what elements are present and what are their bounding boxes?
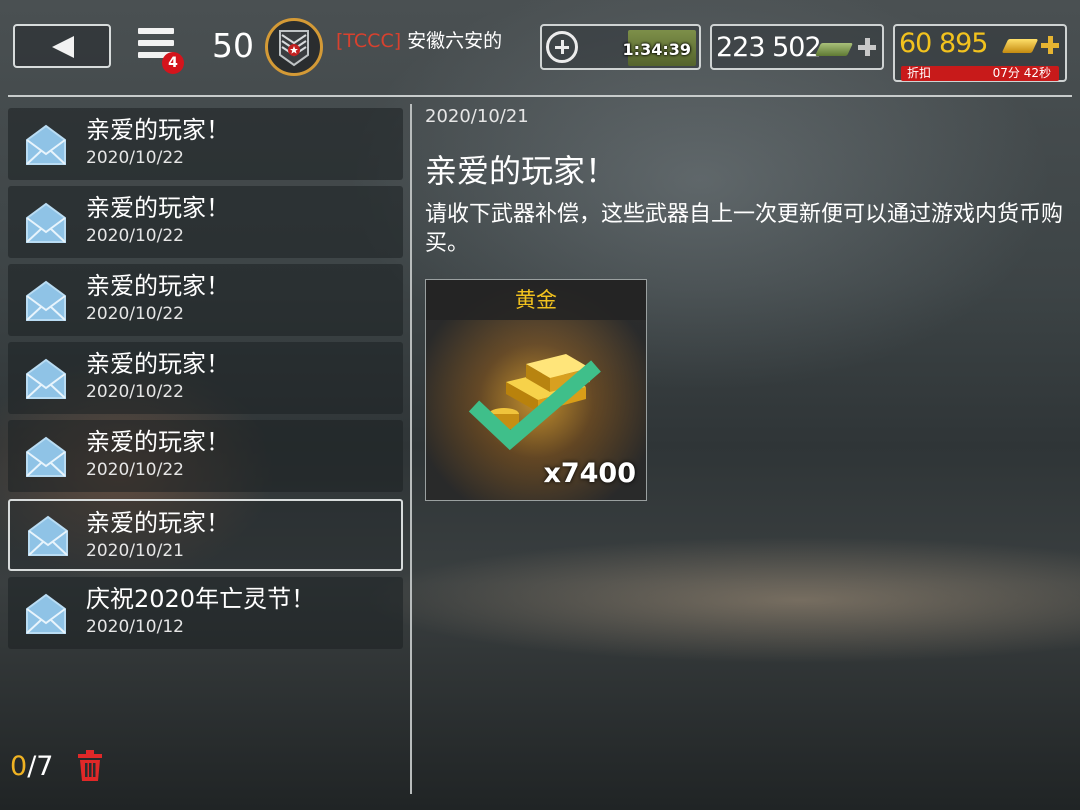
cash-counter[interactable]: 223 502 (710, 24, 884, 70)
panel-divider (410, 104, 412, 794)
discount-countdown: 07分 42秒 (992, 66, 1051, 80)
back-arrow-icon (52, 36, 74, 58)
mail-item[interactable]: 亲爱的玩家！ 2020/10/22 (8, 420, 403, 492)
mail-item[interactable]: 亲爱的玩家！ 2020/10/22 (8, 186, 403, 258)
reward-label: 黄金 (426, 280, 646, 320)
gold-counter[interactable]: 60 895 折扣 07分 42秒 (893, 24, 1067, 82)
mail-date: 2020/10/22 (86, 148, 184, 168)
player-name-text: 安徽六安的 (407, 30, 503, 52)
detail-date: 2020/10/21 (425, 106, 529, 127)
cash-amount: 223 502 (716, 32, 822, 63)
cash-icon (814, 43, 854, 56)
envelope-icon (26, 436, 66, 477)
mail-item[interactable]: 亲爱的玩家！ 2020/10/22 (8, 108, 403, 180)
mail-date: 2020/10/22 (86, 226, 184, 246)
mail-title: 亲爱的玩家！ (86, 272, 230, 300)
envelope-icon (26, 358, 66, 399)
mail-date: 2020/10/22 (86, 382, 184, 402)
trash-icon[interactable] (76, 750, 104, 782)
mail-item-selected[interactable]: 亲爱的玩家！ 2020/10/21 (8, 499, 403, 571)
envelope-icon (26, 124, 66, 165)
checkmark-icon (468, 360, 601, 451)
player-name[interactable]: [TCCC] 安徽六安的 (336, 26, 502, 53)
discount-label: 折扣 (907, 66, 932, 80)
mail-count: 0/7 (10, 751, 53, 782)
mail-item[interactable]: 亲爱的玩家！ 2020/10/22 (8, 342, 403, 414)
add-gold-icon[interactable] (1041, 36, 1059, 54)
back-button[interactable] (13, 24, 111, 68)
notification-badge: 4 (162, 52, 184, 74)
reward-quantity: x7400 (543, 458, 636, 489)
mail-date: 2020/10/12 (86, 617, 184, 637)
gold-amount: 60 895 (899, 28, 988, 59)
header-divider (8, 95, 1072, 97)
detail-title: 亲爱的玩家！ (425, 152, 618, 190)
reward-card[interactable]: 黄金 x7400 (425, 279, 647, 501)
menu-button[interactable]: 4 (136, 26, 184, 74)
envelope-icon (26, 280, 66, 321)
gold-bar-icon (1001, 39, 1039, 53)
envelope-icon (28, 515, 68, 556)
mail-item[interactable]: 亲爱的玩家！ 2020/10/22 (8, 264, 403, 336)
hamburger-menu-icon (138, 28, 174, 34)
clan-tag: [TCCC] (336, 30, 402, 52)
mail-title: 亲爱的玩家！ (86, 350, 230, 378)
mail-title: 亲爱的玩家！ (86, 116, 230, 144)
mail-title: 亲爱的玩家！ (86, 509, 230, 537)
total-count: /7 (27, 751, 54, 782)
rank-insignia-icon[interactable] (265, 18, 323, 76)
crate-timer: 1:34:39 (622, 40, 691, 59)
supply-crate-timer[interactable]: 1:34:39 (540, 24, 701, 70)
mail-date: 2020/10/22 (86, 304, 184, 324)
mail-date: 2020/10/22 (86, 460, 184, 480)
detail-body: 请收下武器补偿，这些武器自上一次更新便可以通过游戏内货币购买。 (425, 202, 1064, 256)
mail-item[interactable]: 庆祝2020年亡灵节！ 2020/10/12 (8, 577, 403, 649)
mail-title: 庆祝2020年亡灵节！ (86, 585, 316, 613)
mail-title: 亲爱的玩家！ (86, 194, 230, 222)
envelope-icon (26, 202, 66, 243)
top-bar: 4 50 [TCCC] 安徽六安的 1:34:39 223 502 60 895… (0, 0, 1080, 96)
add-circle-icon[interactable] (546, 31, 578, 63)
mail-date: 2020/10/21 (86, 541, 184, 561)
player-level: 50 (212, 26, 254, 65)
envelope-icon (26, 593, 66, 634)
discount-banner[interactable]: 折扣 07分 42秒 (901, 66, 1059, 81)
mail-title: 亲爱的玩家！ (86, 428, 230, 456)
read-count: 0 (10, 751, 28, 782)
add-cash-icon[interactable] (858, 38, 876, 56)
